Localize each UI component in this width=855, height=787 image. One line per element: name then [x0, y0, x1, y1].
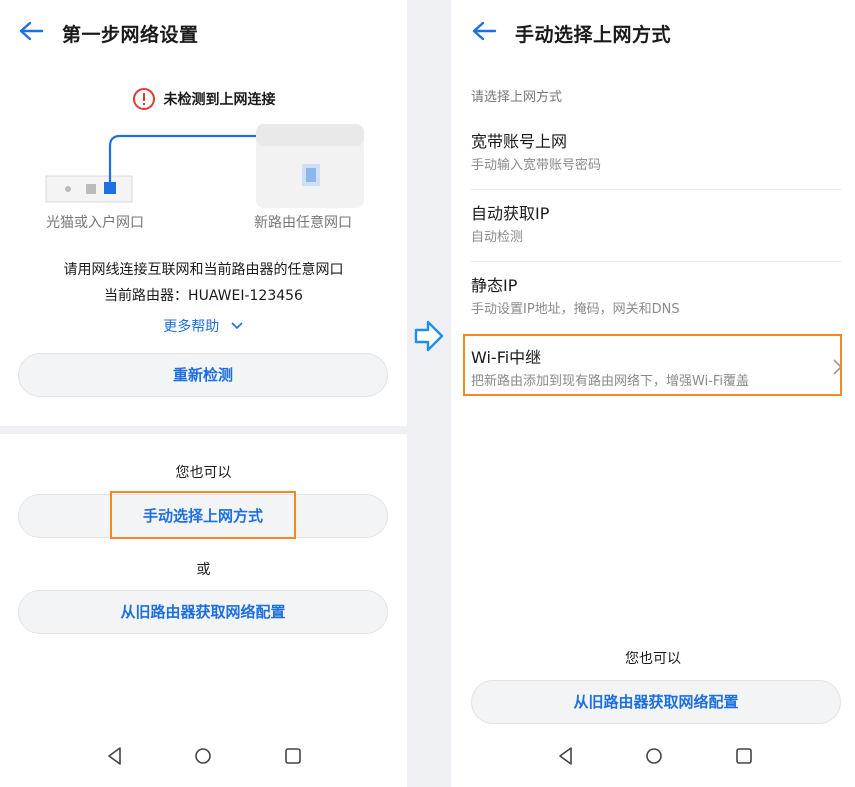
also-can-label: 您也可以	[625, 651, 681, 667]
option-static-ip[interactable]: 静态IP 手动设置IP地址，掩码，网关和DNS	[451, 262, 855, 334]
arrow-left-icon[interactable]	[18, 20, 44, 42]
more-help-link[interactable]: 更多帮助	[0, 316, 407, 336]
right-screen: 手动选择上网方式 请选择上网方式 宽带账号上网 手动输入宽带账号密码 自动获取I…	[451, 0, 855, 787]
option-title: 宽带账号上网	[471, 132, 568, 151]
caption-router: 新路由任意网口	[254, 215, 352, 231]
option-broadband[interactable]: 宽带账号上网 手动输入宽带账号密码	[451, 118, 855, 190]
system-nav-bar	[451, 731, 855, 787]
exclamation-circle-icon	[132, 88, 155, 110]
modem-port	[104, 182, 116, 194]
more-help-label: 更多帮助	[163, 319, 220, 335]
chevron-down-icon	[231, 322, 243, 330]
arrow-right-outline-icon	[414, 320, 444, 352]
left-screen: 第一步网络设置 未检测到上网连接 光猫或入户网口 新路由任意网口 请用网线连接互…	[0, 0, 407, 787]
system-nav-bar	[0, 731, 407, 787]
instruction-line-1: 请用网线连接互联网和当前路由器的任意网口	[63, 262, 344, 278]
option-title: 自动获取IP	[471, 204, 550, 223]
section-label: 请选择上网方式	[471, 90, 563, 105]
option-subtitle: 手动设置IP地址，掩码，网关和DNS	[471, 302, 680, 317]
caption-modem: 光猫或入户网口	[46, 215, 144, 231]
triangle-back-icon[interactable]	[104, 745, 126, 767]
also-can-label: 您也可以	[175, 465, 232, 481]
circle-home-icon[interactable]	[643, 745, 665, 767]
circle-home-icon[interactable]	[192, 745, 214, 767]
section-divider	[0, 426, 407, 434]
page-title: 手动选择上网方式	[515, 24, 672, 46]
old-router-config-button[interactable]: 从旧路由器获取网络配置	[18, 590, 388, 634]
square-recent-icon[interactable]	[733, 745, 755, 767]
alert-text: 未检测到上网连接	[163, 92, 276, 108]
highlight-box	[110, 491, 296, 539]
option-title: 静态IP	[471, 276, 518, 295]
option-subtitle: 自动检测	[471, 230, 524, 245]
old-router-config-button[interactable]: 从旧路由器获取网络配置	[471, 680, 841, 724]
square-recent-icon[interactable]	[282, 745, 304, 767]
page-title: 第一步网络设置	[62, 24, 199, 46]
arrow-left-icon[interactable]	[471, 20, 497, 42]
highlight-box	[463, 334, 842, 396]
option-dhcp[interactable]: 自动获取IP 自动检测	[451, 190, 855, 262]
recheck-button[interactable]: 重新检测	[18, 353, 388, 397]
instruction-line-2: 当前路由器：HUAWEI-123456	[104, 288, 303, 304]
option-subtitle: 手动输入宽带账号密码	[471, 158, 602, 173]
or-label: 或	[196, 562, 211, 578]
triangle-back-icon[interactable]	[555, 745, 577, 767]
connection-alert: 未检测到上网连接	[0, 87, 407, 111]
